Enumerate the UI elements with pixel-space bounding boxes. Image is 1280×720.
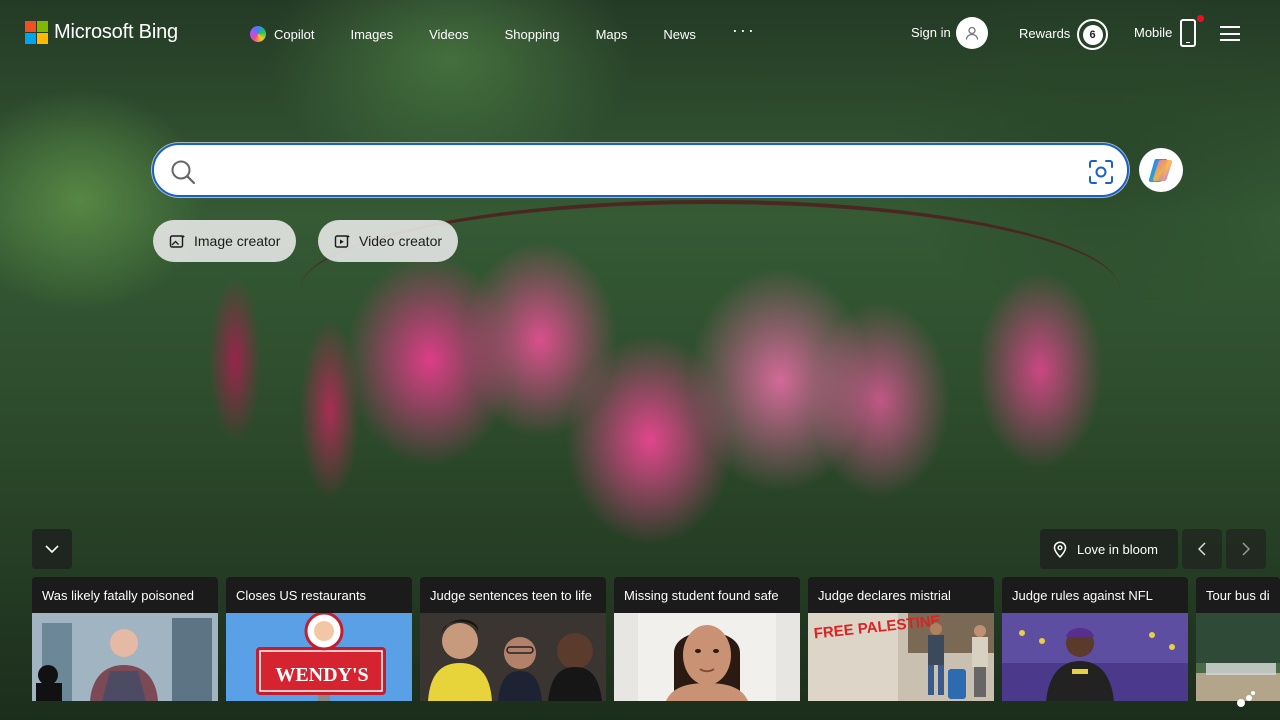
nav-images-label: Images <box>350 26 394 42</box>
news-card-image <box>614 613 800 701</box>
video-creator-icon <box>334 234 350 248</box>
nav-copilot-label: Copilot <box>274 26 315 42</box>
news-card-title: Judge declares mistrial <box>818 588 951 603</box>
nav-videos-label: Videos <box>429 26 469 42</box>
search-icon[interactable] <box>170 159 196 185</box>
news-card-title: Missing student found safe <box>624 588 779 603</box>
news-card-image: FREE PALESTINE <box>808 613 994 701</box>
image-creator-label: Image creator <box>194 233 281 249</box>
mobile-link[interactable]: Mobile <box>1134 25 1172 40</box>
image-creator-icon <box>169 234 185 248</box>
chevron-right-icon <box>1242 542 1250 556</box>
avatar-icon[interactable] <box>956 17 988 49</box>
rewards-link[interactable]: Rewards <box>1019 26 1070 41</box>
next-image-button[interactable] <box>1226 529 1266 569</box>
search-input[interactable] <box>210 153 1070 187</box>
image-location-button[interactable]: Love in bloom <box>1040 529 1178 569</box>
more-menu-button[interactable]: ··· <box>732 20 756 40</box>
news-card[interactable]: Missing student found safe <box>614 577 800 701</box>
collapse-feed-button[interactable] <box>32 529 72 569</box>
phone-icon[interactable] <box>1180 19 1196 47</box>
news-card-title: Judge rules against NFL <box>1012 588 1153 603</box>
news-card-image <box>420 613 606 701</box>
microsoft-logo-icon <box>25 21 48 44</box>
rewards-points: 6 <box>1082 24 1103 45</box>
search-box[interactable] <box>152 143 1129 197</box>
video-creator-button[interactable]: Video creator <box>318 220 459 262</box>
news-card-title: Tour bus di <box>1206 588 1270 603</box>
news-card[interactable]: Judge sentences teen to life <box>420 577 606 701</box>
news-card-title: Closes US restaurants <box>236 588 367 603</box>
nav-images[interactable]: Images <box>350 25 393 43</box>
wendys-sign-text: WENDY'S <box>275 664 368 686</box>
news-card[interactable]: Judge rules against NFL <box>1002 577 1188 701</box>
feedback-icon[interactable] <box>1236 690 1256 708</box>
news-carousel: Was likely fatally poisoned Closes US re… <box>32 577 1280 701</box>
location-pin-icon <box>1053 541 1067 558</box>
chevron-left-icon <box>1198 542 1206 556</box>
news-card[interactable]: Tour bus di <box>1196 577 1280 701</box>
previous-image-button[interactable] <box>1182 529 1222 569</box>
nav-videos[interactable]: Videos <box>429 25 469 43</box>
bing-logo[interactable]: Microsoft Bing <box>25 21 178 44</box>
news-card-image: WENDY'S <box>226 613 412 701</box>
copilot-icon <box>250 26 266 42</box>
sign-in-link[interactable]: Sign in <box>911 25 951 40</box>
top-nav: Copilot Images Videos Shopping Maps News… <box>250 20 792 43</box>
news-card-title: Was likely fatally poisoned <box>42 588 194 603</box>
nav-news-label: News <box>663 26 696 42</box>
hamburger-menu-icon[interactable] <box>1220 26 1240 41</box>
rewards-medal-icon[interactable]: 6 <box>1077 19 1108 50</box>
nav-shopping[interactable]: Shopping <box>505 25 560 43</box>
image-creator-button[interactable]: Image creator <box>153 220 297 262</box>
video-creator-label: Video creator <box>359 233 443 249</box>
news-card-image <box>32 613 218 701</box>
nav-maps-label: Maps <box>595 26 628 42</box>
header: Microsoft Bing Copilot Images Videos Sho… <box>0 0 1280 66</box>
chevron-down-icon <box>45 545 59 553</box>
notification-dot <box>1197 15 1204 22</box>
nav-copilot[interactable]: Copilot <box>250 25 314 43</box>
nav-news[interactable]: News <box>663 25 696 43</box>
image-location-label: Love in bloom <box>1077 541 1158 557</box>
copilot-button[interactable] <box>1139 148 1183 192</box>
news-card-image <box>1002 613 1188 701</box>
copilot-logo-icon <box>1148 159 1173 182</box>
news-card-title: Judge sentences teen to life <box>430 588 592 603</box>
visual-search-icon[interactable] <box>1088 159 1114 185</box>
nav-shopping-label: Shopping <box>504 26 560 42</box>
brand-name: Microsoft Bing <box>54 21 178 43</box>
news-card[interactable]: Judge declares mistrial FREE PALESTINE <box>808 577 994 701</box>
news-card[interactable]: Closes US restaurants WENDY'S <box>226 577 412 701</box>
news-card[interactable]: Was likely fatally poisoned <box>32 577 218 701</box>
nav-maps[interactable]: Maps <box>596 25 628 43</box>
news-card-image <box>1196 613 1280 701</box>
